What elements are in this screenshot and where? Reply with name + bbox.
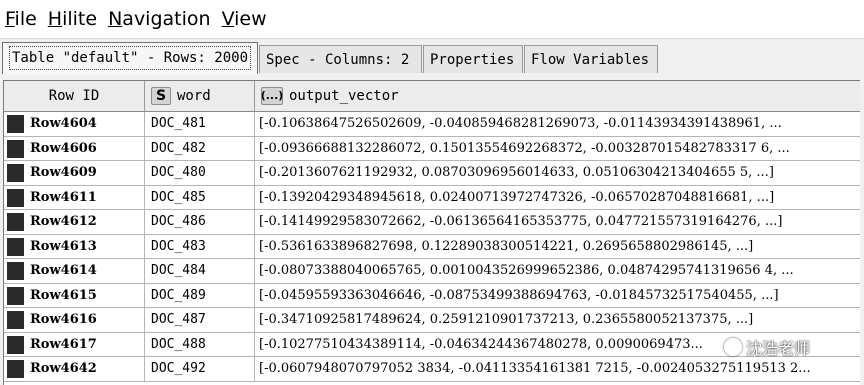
row-id-cell[interactable]: Row4617 xyxy=(4,332,145,356)
table-row[interactable]: Row4606 DOC_482 [-0.09366688132286072, 0.1… xyxy=(4,136,860,161)
row-id-text: Row4617 xyxy=(30,336,97,352)
output-vector-cell[interactable]: [-0.13920429348945618, 0.024007139727473… xyxy=(255,186,860,210)
word-cell[interactable]: DOC_486 xyxy=(145,210,255,234)
menu-item-label: iew xyxy=(234,8,267,30)
menu-bar: File Hilite Navigation View xyxy=(0,0,864,39)
column-header-row-id-label: Row ID xyxy=(48,88,100,104)
table-row[interactable]: Row4613 DOC_483 [-0.5361633896827698, 0.12… xyxy=(4,234,860,259)
word-cell[interactable]: DOC_481 xyxy=(145,112,255,136)
row-hilite-marker-icon xyxy=(7,188,24,207)
word-cell[interactable]: DOC_487 xyxy=(145,308,255,332)
table-header: Row ID S word (...) output_vector xyxy=(4,81,860,112)
menu-item-label: ilite xyxy=(62,8,98,30)
menu-item[interactable]: Navigation xyxy=(103,0,216,38)
row-id-text: Row4606 xyxy=(30,140,97,156)
row-id-cell[interactable]: Row4642 xyxy=(4,357,145,381)
table-row[interactable]: Row4616 DOC_487 [-0.34710925817489624, 0.2… xyxy=(4,308,860,333)
menu-item[interactable]: File xyxy=(0,0,43,38)
row-id-cell[interactable]: Row4614 xyxy=(4,259,145,283)
menu-item-mnemonic: N xyxy=(108,8,123,30)
output-vector-cell[interactable]: [-0.5361633896827698, 0.1228903830051422… xyxy=(255,235,860,259)
row-id-cell[interactable]: Row4612 xyxy=(4,210,145,234)
tab-flow-variables-label: Flow Variables xyxy=(531,52,650,68)
menu-item-label: ile xyxy=(14,8,37,30)
row-id-cell[interactable]: Row4609 xyxy=(4,161,145,185)
column-header-word[interactable]: S word xyxy=(145,81,255,111)
tab-properties-label: Properties xyxy=(430,52,515,68)
output-vector-cell[interactable]: [-0.14149929583072662, -0.06136564165353… xyxy=(255,210,860,234)
tab-properties[interactable]: Properties xyxy=(423,45,523,73)
menu-item-mnemonic: H xyxy=(47,8,63,30)
menu-item-label: avigation xyxy=(122,8,211,30)
output-vector-cell[interactable]: [-0.04595593363046646, -0.08753499388694… xyxy=(255,284,860,308)
row-id-text: Row4609 xyxy=(30,165,97,180)
table-row[interactable]: Row4611 DOC_485 [-0.13920429348945618, 0.0… xyxy=(4,185,860,210)
string-type-icon: S xyxy=(151,87,171,105)
word-cell[interactable]: DOC_483 xyxy=(145,234,255,258)
output-vector-cell[interactable]: [-0.0607948070797052 3834, -0.0411335416… xyxy=(255,357,860,381)
column-header-output-vector[interactable]: (...) output_vector xyxy=(255,81,860,111)
tab-spec[interactable]: Spec - Columns: 2 xyxy=(259,45,422,73)
word-cell[interactable]: DOC_482 xyxy=(145,136,255,160)
tab-bar: Table "default" - Rows: 2000 Spec - Colu… xyxy=(0,42,864,76)
row-id-text: Row4604 xyxy=(30,116,97,131)
watermark: 沈浩老师 xyxy=(724,336,854,358)
row-id-text: Row4612 xyxy=(30,214,97,229)
menu-item-mnemonic: V xyxy=(221,8,235,30)
menu-item[interactable]: View xyxy=(217,0,273,38)
word-cell[interactable]: DOC_485 xyxy=(145,185,255,209)
row-id-text: Row4615 xyxy=(30,287,97,303)
row-hilite-marker-icon xyxy=(7,311,24,329)
row-id-text: Row4614 xyxy=(30,263,97,278)
row-hilite-marker-icon xyxy=(7,286,24,305)
output-vector-cell[interactable]: [-0.08073388040065765, 0.001004352699965… xyxy=(255,259,860,283)
row-id-cell[interactable]: Row4616 xyxy=(4,308,145,332)
table-row[interactable]: Row4612 DOC_486 [-0.14149929583072662, -0.… xyxy=(4,210,860,235)
row-id-cell[interactable]: Row4615 xyxy=(4,283,145,307)
output-vector-cell[interactable]: [-0.09366688132286072, 0.150135546922683… xyxy=(255,137,860,161)
table-row[interactable]: Row4604 DOC_481 [-0.10638647526502609, -0.… xyxy=(4,112,860,137)
row-id-cell[interactable]: Row4606 xyxy=(4,136,145,160)
row-hilite-marker-icon xyxy=(7,237,24,256)
row-id-text: Row4642 xyxy=(30,361,97,376)
row-hilite-marker-icon xyxy=(7,335,24,354)
word-cell[interactable]: DOC_492 xyxy=(145,357,255,381)
table-row[interactable]: Row4609 DOC_480 [-0.2013607621192932, 0.08… xyxy=(4,161,860,186)
row-hilite-marker-icon xyxy=(7,213,24,231)
row-id-cell[interactable]: Row4611 xyxy=(4,185,145,209)
row-id-text: Row4613 xyxy=(30,238,97,254)
row-hilite-marker-icon xyxy=(7,115,24,133)
column-header-output-vector-label: output_vector xyxy=(289,88,399,104)
tab-spec-label: Spec - Columns: 2 xyxy=(266,52,410,68)
table-row[interactable]: Row4642 DOC_492 [-0.0607948070797052 3834,… xyxy=(4,357,860,382)
row-hilite-marker-icon xyxy=(7,262,24,280)
watermark-text: 沈浩老师 xyxy=(746,339,811,358)
tab-flow-variables[interactable]: Flow Variables xyxy=(524,45,658,73)
column-header-word-label: word xyxy=(177,88,211,104)
output-vector-cell[interactable]: [-0.2013607621192932, 0.0870309695601463… xyxy=(255,161,860,185)
table-row[interactable]: Row4615 DOC_489 [-0.04595593363046646, -0.… xyxy=(4,283,860,308)
watermark-logo-icon xyxy=(724,338,742,356)
row-hilite-marker-icon xyxy=(7,139,24,158)
row-hilite-marker-icon xyxy=(7,164,24,182)
output-vector-cell[interactable]: [-0.34710925817489624, 0.259121090173721… xyxy=(255,308,860,332)
tab-table[interactable]: Table "default" - Rows: 2000 xyxy=(2,42,258,74)
tab-table-label: Table "default" - Rows: 2000 xyxy=(9,46,252,70)
output-vector-cell[interactable]: [-0.10638647526502609, -0.04085946828126… xyxy=(255,112,860,136)
row-id-text: Row4616 xyxy=(30,312,97,327)
row-id-cell[interactable]: Row4613 xyxy=(4,234,145,258)
row-hilite-marker-icon xyxy=(7,360,24,378)
menu-item[interactable]: Hilite xyxy=(43,0,103,38)
collection-type-icon: (...) xyxy=(261,87,283,105)
word-cell[interactable]: DOC_480 xyxy=(145,161,255,185)
row-id-cell[interactable]: Row4604 xyxy=(4,112,145,136)
word-cell[interactable]: DOC_489 xyxy=(145,283,255,307)
word-cell[interactable]: DOC_484 xyxy=(145,259,255,283)
column-header-row-id[interactable]: Row ID xyxy=(4,81,145,111)
row-id-text: Row4611 xyxy=(30,189,97,205)
table-row[interactable]: Row4614 DOC_484 [-0.08073388040065765, 0.0… xyxy=(4,259,860,284)
word-cell[interactable]: DOC_488 xyxy=(145,332,255,356)
menu-item-mnemonic: F xyxy=(5,8,15,30)
